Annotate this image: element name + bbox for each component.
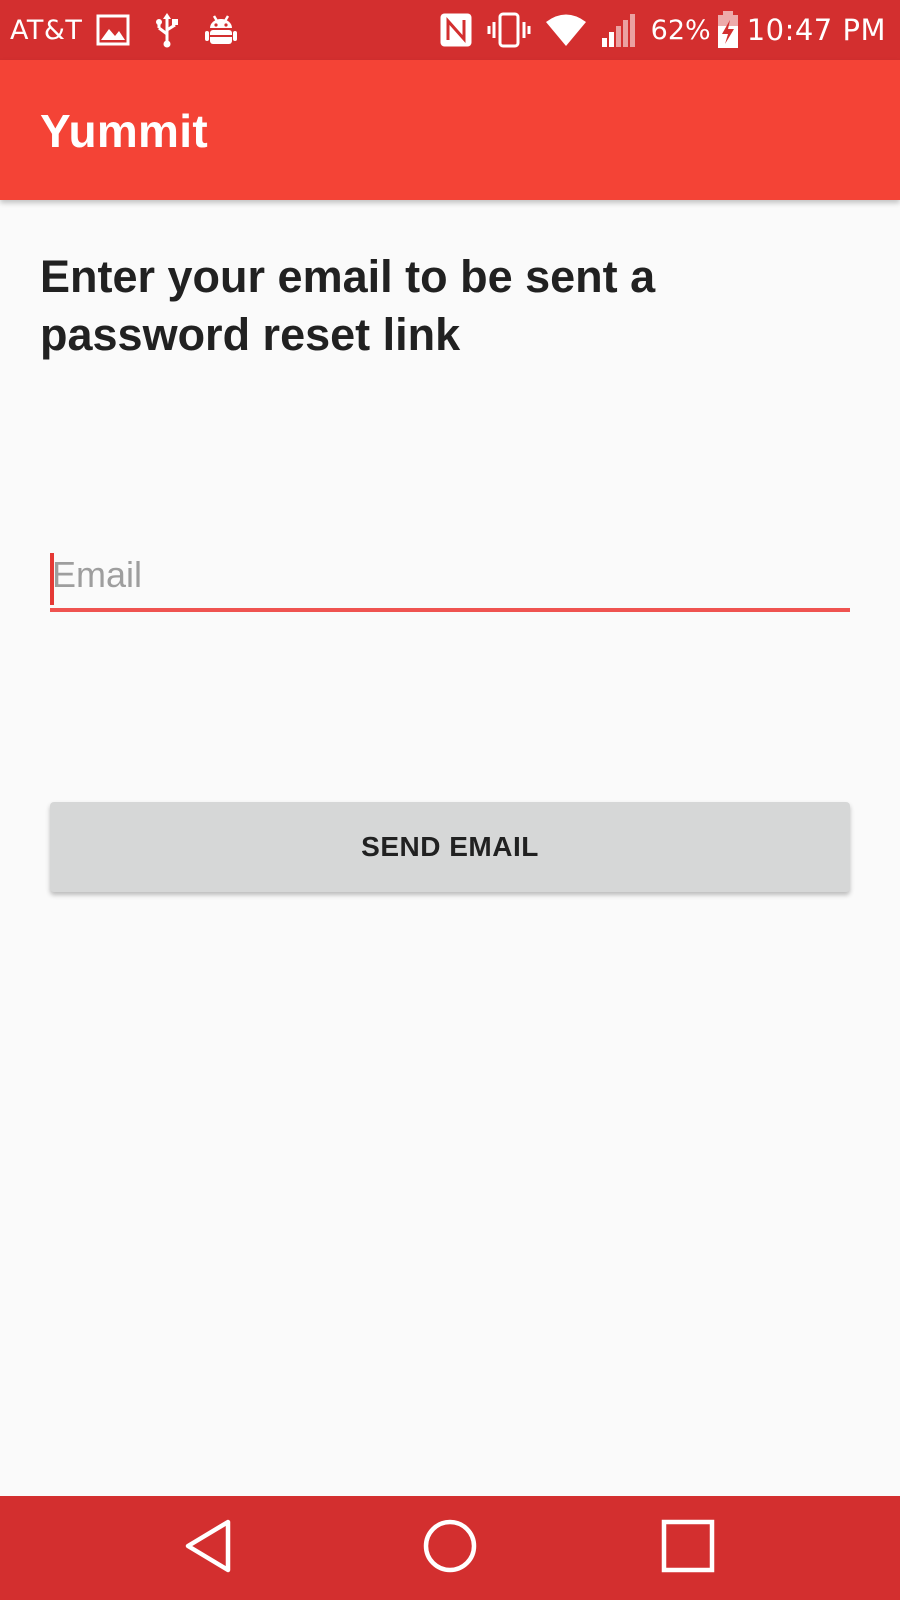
instructions-text: Enter your email to be sent a password r… xyxy=(40,251,656,360)
recents-icon xyxy=(660,1518,716,1579)
usb-icon xyxy=(154,12,180,48)
app-bar: Yummit xyxy=(0,60,900,200)
send-email-button[interactable]: SEND EMAIL xyxy=(50,802,850,892)
carrier-label: AT&T xyxy=(10,14,83,46)
android-debug-icon xyxy=(204,13,238,47)
nfc-icon xyxy=(439,12,473,48)
status-bar: AT&T 62% 10:47 PM xyxy=(0,0,900,60)
home-icon xyxy=(422,1518,478,1579)
back-button[interactable] xyxy=(148,1496,268,1600)
email-field[interactable] xyxy=(50,548,850,612)
vibrate-icon xyxy=(487,12,531,48)
app-title: Yummit xyxy=(40,105,208,157)
wifi-icon xyxy=(545,13,587,47)
status-left: AT&T xyxy=(10,0,262,60)
battery-charging-icon xyxy=(717,11,739,49)
recents-button[interactable] xyxy=(628,1496,748,1600)
clock: 10:47 PM xyxy=(746,13,886,47)
back-icon xyxy=(182,1518,234,1579)
home-button[interactable] xyxy=(390,1496,510,1600)
signal-icon xyxy=(601,12,637,48)
status-right: 62% 10:47 PM xyxy=(439,0,886,60)
reset-password-screen: AT&T 62% 10:47 PM Yummit Enter your emai… xyxy=(0,0,900,1600)
battery-percent: 62% xyxy=(650,14,711,46)
navigation-bar xyxy=(0,1496,900,1600)
text-cursor xyxy=(50,553,54,605)
image-icon xyxy=(96,14,130,46)
